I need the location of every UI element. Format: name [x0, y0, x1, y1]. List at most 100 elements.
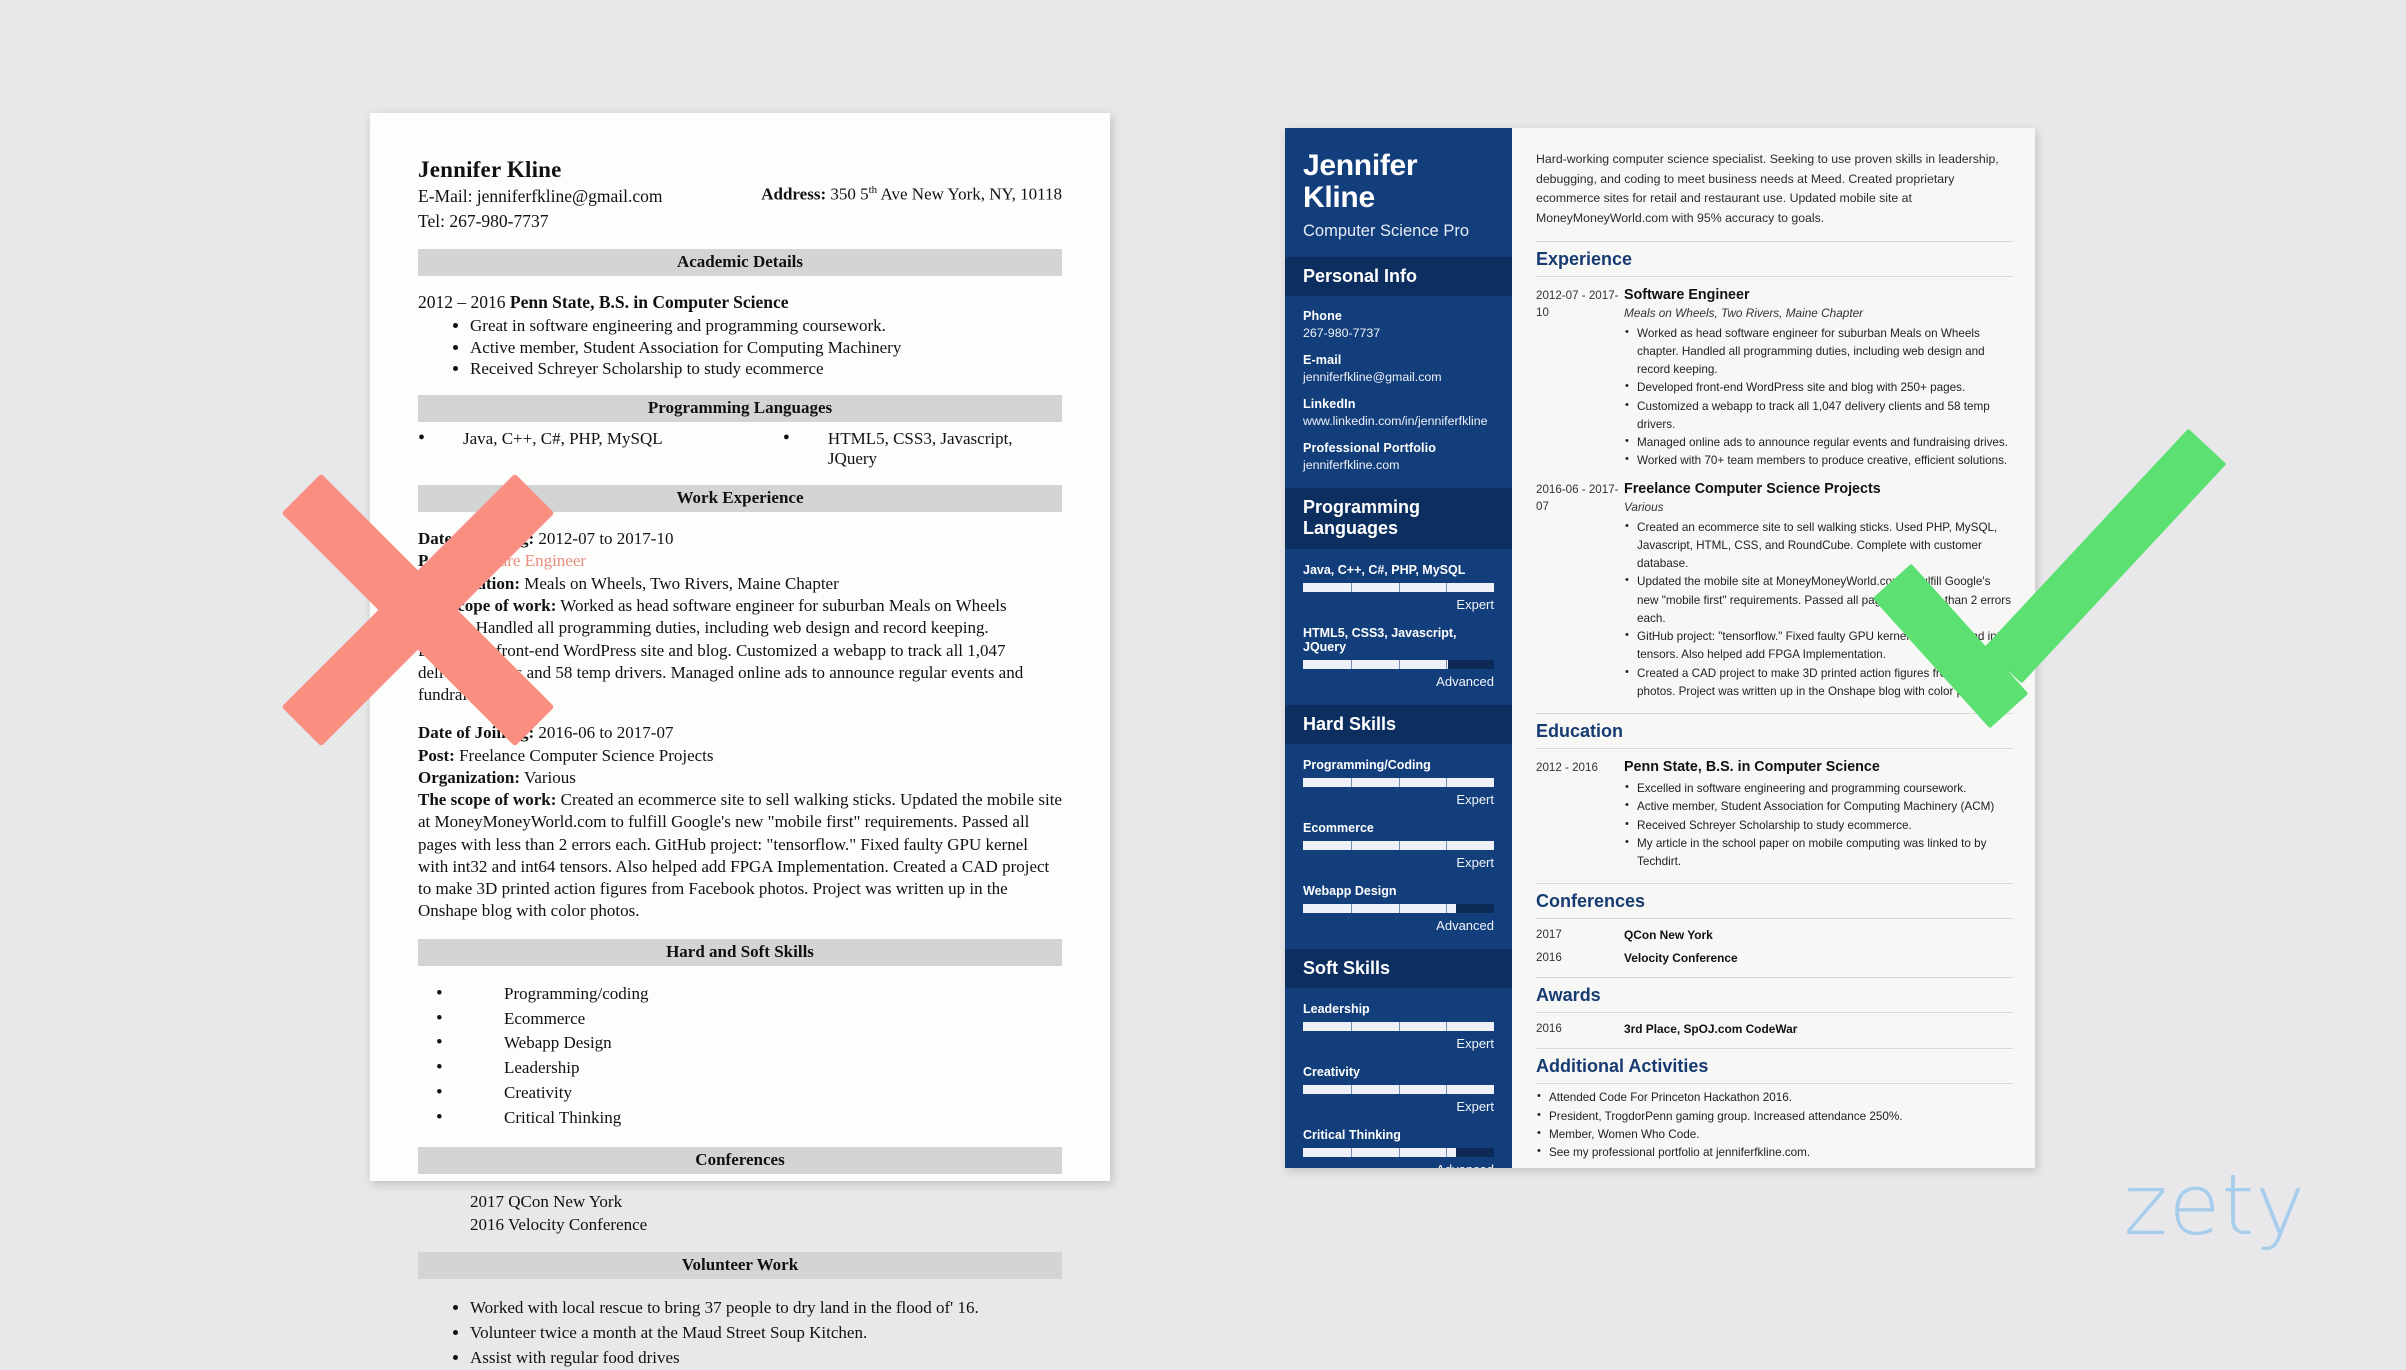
skill-name: HTML5, CSS3, Javascript, JQuery: [1303, 625, 1457, 654]
conference-year: 2016: [1536, 951, 1562, 965]
good-skill-bar: Ecommerce Expert: [1285, 821, 1512, 870]
skill-name: Programming/Coding: [1303, 757, 1431, 772]
field-key: E-mail: [1303, 353, 1342, 368]
bad-address-label: Address:: [761, 184, 827, 204]
bad-volunteer-list: Worked with local rescue to bring 37 peo…: [470, 1296, 1062, 1370]
bad-job-scope-label: The scope of work:: [418, 595, 557, 615]
bad-conferences-list: 2017 QCon New York 2016 Velocity Confere…: [470, 1191, 1062, 1237]
good-conference-row: 2016 Velocity Conference: [1536, 951, 2013, 965]
list-item: • Ecommerce: [436, 1007, 1062, 1032]
good-experience-entry: 2016-06 - 2017-07 Freelance Computer Sci…: [1536, 481, 2013, 702]
entry-school: Penn State, B.S. in Computer Science: [1624, 759, 1880, 776]
bullet-icon: •: [436, 1032, 443, 1054]
good-award-row: 2016 3rd Place, SpOJ.com CodeWar: [1536, 1022, 2013, 1036]
skill-bar-fill: [1303, 659, 1449, 669]
conference-title: QCon New York: [1624, 928, 1713, 943]
list-item: Volunteer twice a month at the Maud Stre…: [470, 1321, 1062, 1346]
good-skill-bar: Critical Thinking Advanced: [1285, 1128, 1512, 1168]
bad-resume-document: Jennifer Kline E-Mail: jenniferfkline@gm…: [370, 113, 1110, 1367]
list-item: GitHub project: "tensorflow." Fixed faul…: [1624, 627, 2013, 665]
good-heading-awards: Awards: [1536, 977, 2013, 1014]
bad-email-line: E-Mail: jenniferfkline@gmail.com: [418, 186, 663, 206]
conference-title: Velocity Conference: [1624, 951, 1738, 966]
bad-address-line: Address: 350 5th Ave New York, NY, 10118: [761, 157, 1062, 205]
bad-skills-list: • Programming/coding • Ecommerce • Webapp D…: [436, 982, 1062, 1131]
good-skill-bar: Java, C++, C#, PHP, MySQL Expert: [1285, 563, 1512, 612]
bad-skill-label: Leadership: [504, 1058, 580, 1078]
skill-level-label: Advanced: [1436, 673, 1494, 689]
bad-skill-label: Critical Thinking: [504, 1107, 622, 1127]
entry-body: Software Engineer Meals on Wheels, Two R…: [1624, 287, 2013, 471]
entry-role: Software Engineer: [1624, 286, 1750, 303]
conference-year: 2017: [1536, 928, 1562, 942]
bad-job-entry: Date of Joining: 2016-06 to 2017-07 Post…: [418, 722, 1062, 922]
skill-bar-track: [1303, 1085, 1494, 1095]
bad-phone-line: Tel: 267-980-7737: [418, 211, 549, 232]
list-item: Created a CAD project to make 3D printed…: [1624, 664, 2013, 702]
list-item: • Programming/coding: [436, 982, 1062, 1007]
skill-name: Creativity: [1303, 1065, 1360, 1080]
bad-section-programming-languages: Programming Languages: [418, 395, 1062, 423]
good-heading-additional-activities: Additional Activities: [1536, 1048, 2013, 1085]
field-value: www.linkedin.com/in/jenniferfkline: [1303, 414, 1488, 429]
skill-bar-track: [1303, 582, 1494, 592]
good-sidebar-heading-soft-skills: Soft Skills: [1285, 948, 1512, 989]
good-job-title: Computer Science Pro: [1303, 222, 1469, 240]
bad-candidate-name: Jennifer Kline: [418, 157, 562, 182]
bad-job-org-value: Various: [520, 767, 576, 787]
list-item: • Webapp Design: [436, 1031, 1062, 1056]
good-contact-field-portfolio: Professional Portfolio jenniferfkline.co…: [1285, 441, 1512, 472]
award-year: 2016: [1536, 1022, 1562, 1036]
entry-bullets: Created an ecommerce site to sell walkin…: [1624, 518, 2013, 702]
bad-job-scope: The scope of work: Created an ecommerce …: [418, 789, 1062, 923]
award-title: 3rd Place, SpOJ.com CodeWar: [1624, 1022, 1798, 1037]
bullet-icon: •: [436, 1007, 443, 1029]
bad-languages-row: • Java, C++, C#, PHP, MySQL • HTML5, CSS…: [418, 428, 1062, 469]
skill-bar-track: [1303, 840, 1494, 850]
bad-job-post-label: Post:: [418, 745, 455, 765]
list-item: 2017 QCon New York: [470, 1191, 623, 1211]
bad-education-degree: Penn State, B.S. in Computer Science: [509, 292, 789, 313]
bad-languages-left-text: Java, C++, C#, PHP, MySQL: [463, 429, 663, 449]
bad-job-entry: Date of Joining: 2012-07 to 2017-10 Post…: [418, 528, 1062, 706]
bullet-icon: •: [436, 1106, 443, 1128]
bad-languages-left: • Java, C++, C#, PHP, MySQL: [418, 428, 783, 469]
bad-skill-label: Webapp Design: [504, 1033, 612, 1053]
entry-dates: 2012 - 2016: [1536, 761, 1598, 775]
list-item: • Leadership: [436, 1056, 1062, 1081]
good-education-entry: 2012 - 2016 Penn State, B.S. in Computer…: [1536, 759, 2013, 871]
skill-bar-track: [1303, 777, 1494, 787]
list-item: Active member, Student Association for C…: [1624, 797, 2013, 816]
skill-bar-fill: [1303, 903, 1456, 913]
list-item: • Creativity: [436, 1081, 1062, 1106]
list-item: Attended Code For Princeton Hackathon 20…: [1536, 1088, 2013, 1107]
bad-skill-label: Programming/coding: [504, 983, 649, 1003]
bad-job-post-value: Software Engineer: [454, 551, 587, 571]
good-last-name: Kline: [1303, 180, 1375, 214]
good-skill-bar: Creativity Expert: [1285, 1065, 1512, 1114]
list-item: • Critical Thinking: [436, 1106, 1062, 1131]
bad-address-ordinal: th: [868, 184, 878, 196]
list-item: My article in the school paper on mobile…: [1624, 834, 2013, 872]
skill-name: Java, C++, C#, PHP, MySQL: [1303, 562, 1466, 577]
bad-contact-block: Jennifer Kline E-Mail: jenniferfkline@gm…: [418, 157, 663, 233]
list-item: Managed online ads to announce regular e…: [1624, 433, 2013, 452]
good-skill-bar: Webapp Design Advanced: [1285, 884, 1512, 933]
bad-section-volunteer: Volunteer Work: [418, 1252, 1062, 1280]
bullet-icon: •: [418, 427, 426, 450]
bad-section-work-experience: Work Experience: [418, 485, 1062, 513]
skill-bar-track: [1303, 659, 1494, 669]
bad-job-post-value: Freelance Computer Science Projects: [454, 745, 714, 765]
good-sidebar-heading-programming-languages: Programming Languages: [1285, 488, 1512, 549]
list-item: See my professional portfolio at jennife…: [1536, 1143, 2013, 1162]
bad-job-date-label: Date of Joining:: [418, 723, 535, 743]
bad-section-conferences: Conferences: [418, 1146, 1062, 1174]
bad-job-scope: The scope of work: Worked as head softwa…: [418, 595, 1062, 706]
list-item: Active member, Student Association for C…: [470, 338, 1062, 358]
bad-job-org: Organization: Various: [418, 767, 1062, 789]
skill-name: Ecommerce: [1303, 820, 1374, 835]
good-heading-conferences: Conferences: [1536, 883, 2013, 920]
skill-level-label: Advanced: [1436, 917, 1494, 933]
entry-body: Freelance Computer Science Projects Vari…: [1624, 481, 2013, 702]
entry-bullets: Worked as head software engineer for sub…: [1624, 324, 2013, 471]
